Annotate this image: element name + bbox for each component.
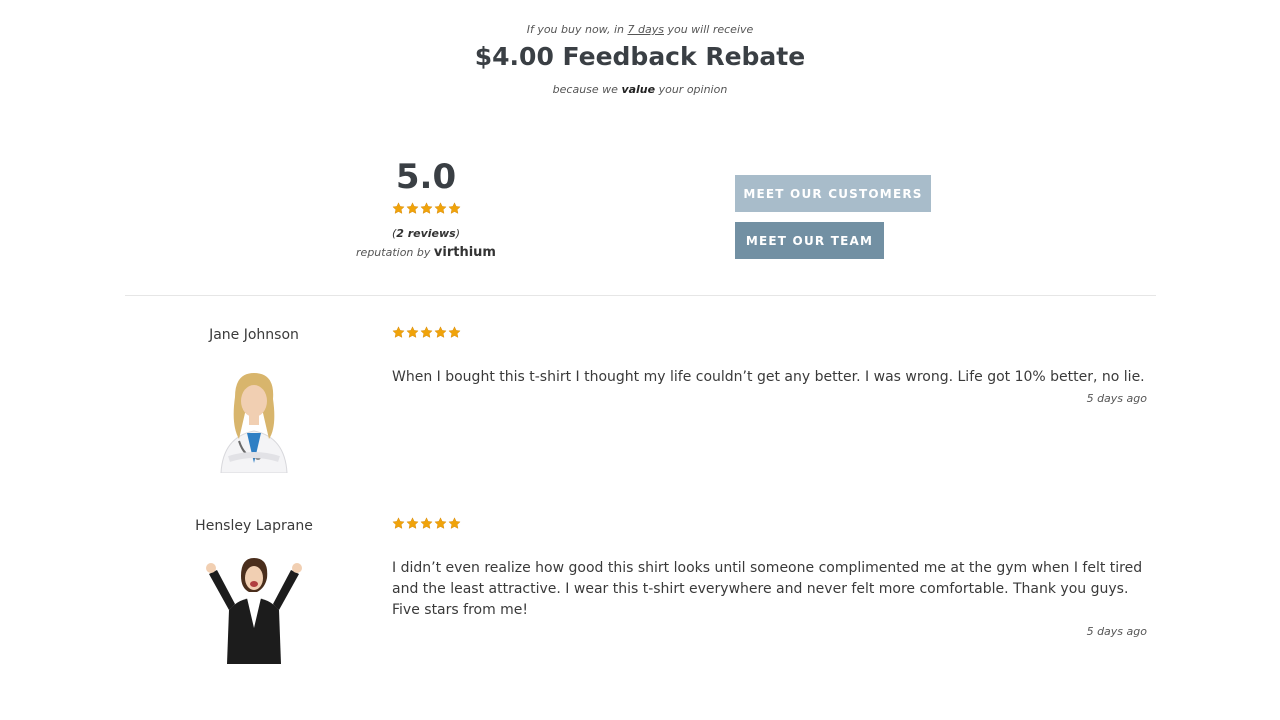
rating-score: 5.0 (395, 157, 457, 197)
star-icon (447, 202, 461, 215)
rebate-intro-before: If you buy now, in (526, 23, 628, 36)
review-count: (2 reviews) (326, 227, 526, 240)
star-icon (391, 202, 405, 215)
rebate-sub-after: your opinion (655, 83, 728, 96)
review-stars (392, 326, 461, 339)
rating-stars (391, 202, 461, 215)
rebate-title: $4.00 Feedback Rebate (474, 42, 806, 71)
star-icon (392, 326, 405, 339)
star-icon (405, 202, 419, 215)
rebate-sub-before: because we (552, 83, 622, 96)
reviewer-name: Jane Johnson (209, 327, 299, 343)
review-count-close: ) (455, 227, 461, 240)
star-icon (434, 326, 447, 339)
rating-summary: 5.0 (2 reviews) reputation by virthium (326, 156, 526, 260)
rebate-sub-bold: value (621, 83, 656, 96)
star-icon (406, 517, 419, 530)
review-date: 5 days ago (1086, 392, 1147, 405)
reviewer-avatar (199, 558, 309, 664)
reviewer-avatar (199, 367, 309, 474)
reputation-line: reputation by virthium (326, 245, 526, 260)
star-icon (406, 326, 419, 339)
star-icon (448, 326, 461, 339)
star-icon (448, 517, 461, 530)
star-icon (419, 202, 433, 215)
review-text: I didn’t even realize how good this shir… (392, 560, 1143, 618)
review-stars (392, 517, 461, 530)
star-icon (434, 517, 447, 530)
rebate-subtitle: because we value your opinion (0, 83, 1280, 96)
rebate-intro: If you buy now, in 7 days you will recei… (0, 23, 1280, 36)
brand-logo: virthium (433, 245, 496, 260)
star-icon (433, 202, 447, 215)
review-date: 5 days ago (1086, 625, 1147, 638)
divider (125, 295, 1156, 296)
star-icon (392, 517, 405, 530)
reputation-prefix: reputation by (356, 246, 434, 259)
star-icon (420, 517, 433, 530)
reviewer-name: Hensley Laprane (195, 518, 313, 534)
star-icon (420, 326, 433, 339)
rebate-intro-after: you will receive (663, 23, 754, 36)
review-count-text: 2 reviews (396, 227, 456, 240)
meet-our-customers-button[interactable]: MEET OUR CUSTOMERS (735, 175, 931, 212)
rebate-days-link: 7 days (627, 23, 664, 36)
review-text: When I bought this t-shirt I thought my … (392, 369, 1145, 385)
meet-our-team-button[interactable]: MEET OUR TEAM (735, 222, 884, 259)
